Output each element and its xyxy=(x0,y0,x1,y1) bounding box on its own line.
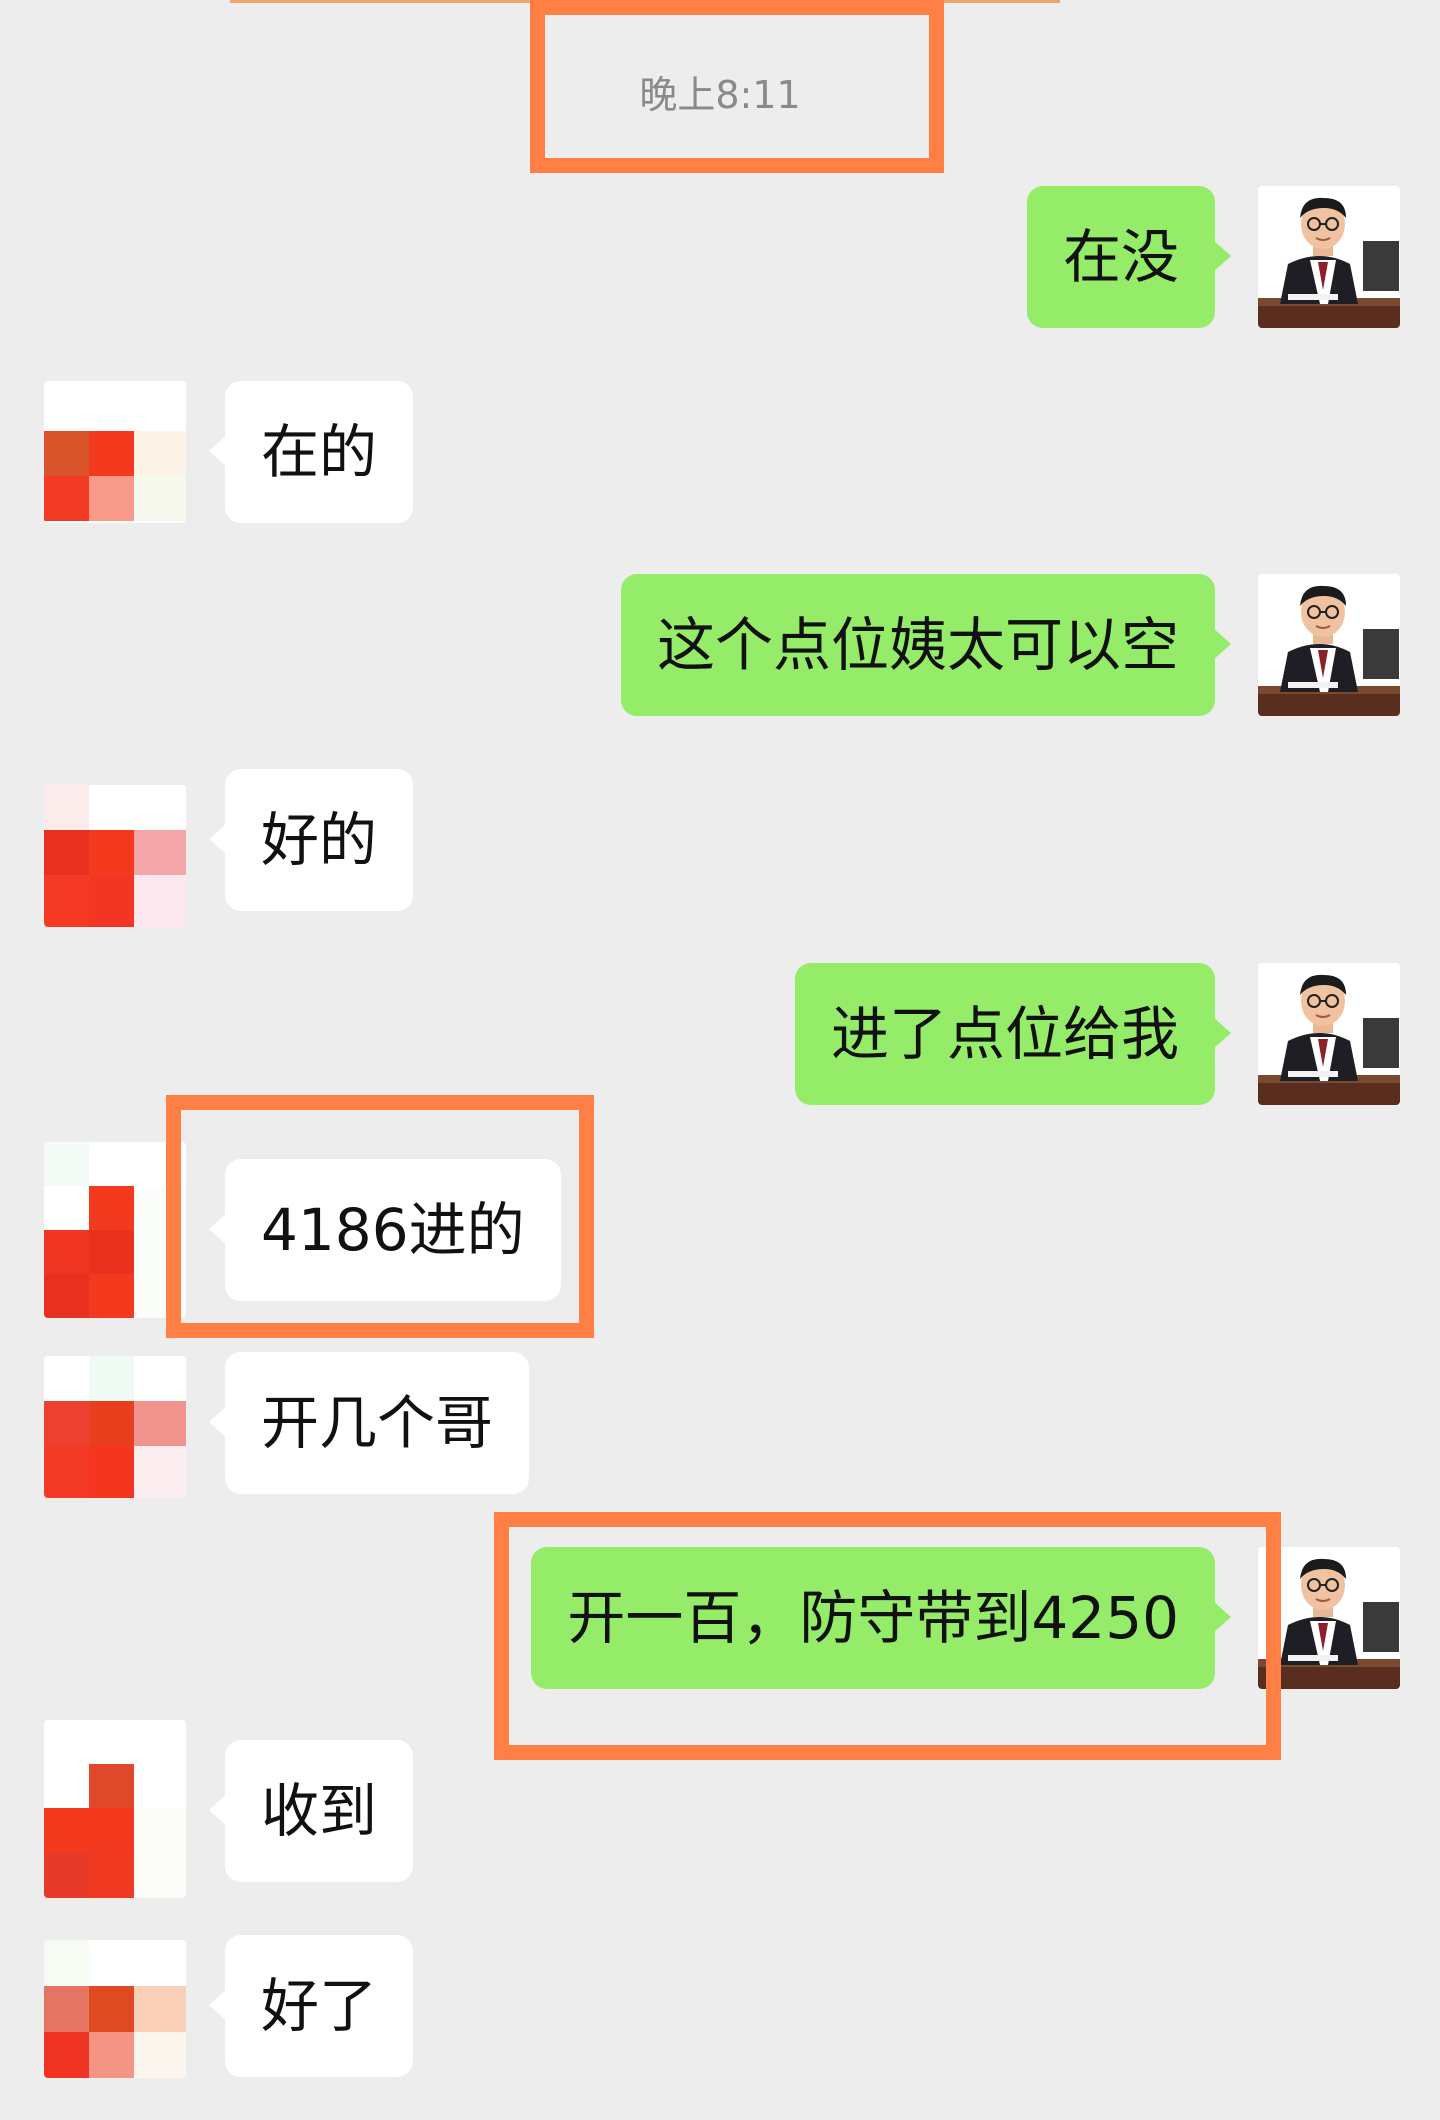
chat-view: 晚上8:11 在没 在的 这个点位姨太可以空 好的 进了点位给我 4186进的 … xyxy=(0,0,1440,2120)
businessman-avatar-icon xyxy=(1258,186,1400,328)
message-bubble-outgoing[interactable]: 在没 xyxy=(1026,186,1232,328)
contact-avatar[interactable] xyxy=(44,381,186,523)
self-avatar[interactable] xyxy=(1258,186,1400,328)
message-bubble-outgoing[interactable]: 进了点位给我 xyxy=(794,963,1232,1105)
message-bubble-incoming[interactable]: 收到 xyxy=(208,1740,414,1882)
pixelated-avatar-icon xyxy=(44,785,186,927)
message-bubble-incoming[interactable]: 好的 xyxy=(208,769,414,911)
pixelated-avatar-icon xyxy=(44,1356,186,1498)
pixelated-avatar-icon xyxy=(44,1940,186,2078)
self-avatar[interactable] xyxy=(1258,574,1400,716)
message-bubble-incoming[interactable]: 好了 xyxy=(208,1935,414,2077)
timestamp-highlight-box xyxy=(530,0,944,173)
self-avatar[interactable] xyxy=(1258,963,1400,1105)
contact-avatar[interactable] xyxy=(44,1940,186,2078)
contact-avatar[interactable] xyxy=(44,1142,186,1318)
businessman-avatar-icon xyxy=(1258,574,1400,716)
contact-avatar[interactable] xyxy=(44,785,186,927)
pixelated-avatar-icon xyxy=(44,381,186,523)
message-highlight-box xyxy=(166,1095,594,1338)
message-bubble-incoming[interactable]: 在的 xyxy=(208,381,414,523)
businessman-avatar-icon xyxy=(1258,963,1400,1105)
pixelated-avatar-icon xyxy=(44,1720,186,1898)
contact-avatar[interactable] xyxy=(44,1720,186,1898)
message-highlight-box xyxy=(494,1512,1281,1760)
pixelated-avatar-icon xyxy=(44,1142,186,1318)
message-bubble-incoming[interactable]: 开几个哥 xyxy=(208,1352,530,1494)
message-bubble-outgoing[interactable]: 这个点位姨太可以空 xyxy=(620,574,1232,716)
contact-avatar[interactable] xyxy=(44,1356,186,1498)
